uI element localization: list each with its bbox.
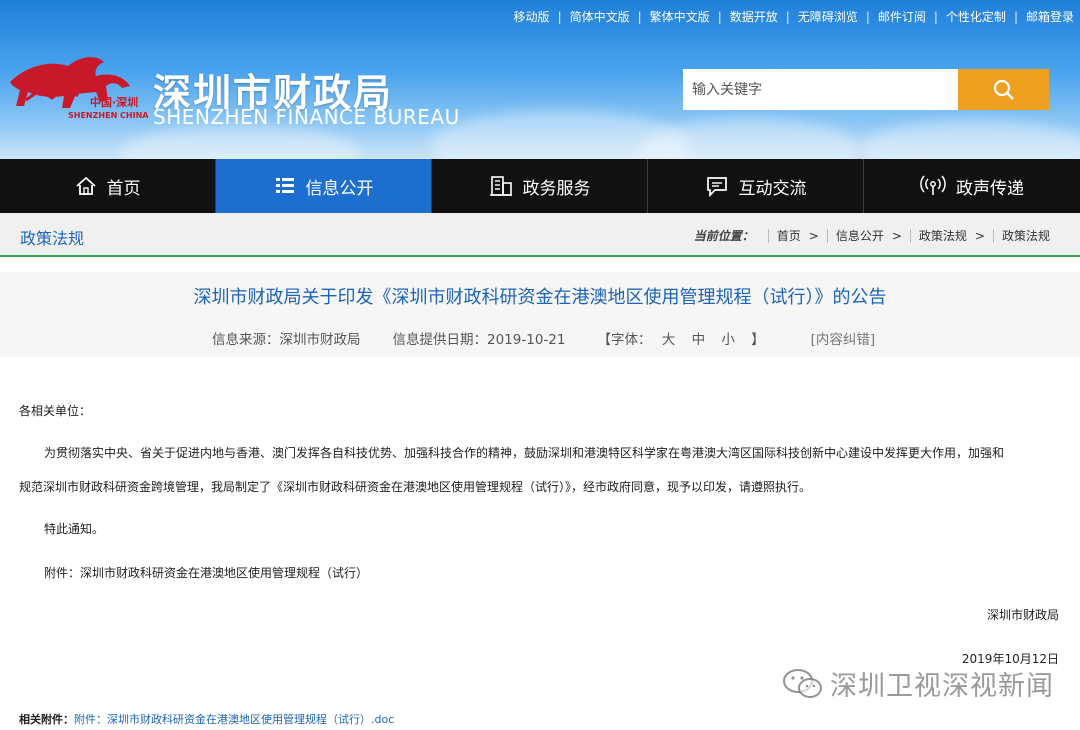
broadcast-icon — [920, 175, 946, 197]
content-correction-link[interactable]: [内容纠错] — [811, 328, 876, 348]
font-size-control: 【字体： 大 中 小 】 — [597, 328, 770, 348]
bull-logo[interactable]: 中国·深圳 SHENZHEN CHINA — [6, 52, 149, 126]
home-icon — [75, 175, 97, 197]
font-size-label: 【字体： — [597, 332, 652, 348]
nav-gov-service-label: 政务服务 — [522, 178, 591, 199]
breadcrumb-policy[interactable]: 政策法规 — [919, 227, 967, 244]
nav-info-public[interactable]: 信息公开 — [216, 159, 432, 213]
breadcrumb-policy-current[interactable]: 政策法规 — [1002, 227, 1050, 244]
search-input[interactable] — [683, 69, 958, 110]
toplink-mobile[interactable]: 移动版 — [514, 8, 550, 25]
nav-voice[interactable]: 政声传递 — [864, 159, 1080, 213]
breadcrumb-home[interactable]: 首页 — [777, 227, 801, 244]
toplink-mail-subscribe[interactable]: 邮件订阅 — [878, 8, 926, 25]
building-icon — [489, 175, 513, 197]
font-size-close: 】 — [751, 332, 765, 348]
nav-voice-label: 政声传递 — [956, 178, 1024, 199]
breadcrumb: 当前位置： 首页 > 信息公开 > 政策法规 > 政策法规 — [693, 227, 1050, 244]
chat-icon — [705, 175, 729, 197]
search-button[interactable] — [958, 69, 1049, 110]
toplink-simplified[interactable]: 简体中文版 — [570, 8, 630, 25]
toplink-customize[interactable]: 个性化定制 — [946, 8, 1006, 25]
search-icon — [993, 79, 1014, 100]
related-attachment-label: 相关附件： — [19, 713, 74, 726]
main-nav: 首页 信息公开 政务服务 互动交流 政声传递 — [0, 159, 1080, 213]
salutation: 各相关单位： — [19, 404, 92, 418]
article-title: 深圳市财政局关于印发《深圳市财政科研资金在港澳地区使用管理规程（试行）》的公告 — [193, 287, 887, 308]
article-source: 信息来源：深圳市财政局 — [212, 332, 361, 348]
article-header: 深圳市财政局关于印发《深圳市财政科研资金在港澳地区使用管理规程（试行）》的公告 … — [0, 272, 1080, 357]
section-bar: 政策法规 当前位置： 首页 > 信息公开 > 政策法规 > 政策法规 — [0, 213, 1080, 257]
font-size-small[interactable]: 小 — [721, 332, 735, 348]
nav-interaction[interactable]: 互动交流 — [648, 159, 864, 213]
toplink-traditional[interactable]: 繁体中文版 — [650, 8, 710, 25]
section-title[interactable]: 政策法规 — [20, 225, 84, 249]
signature: 深圳市财政局 — [986, 608, 1059, 622]
logo-text-en: SHENZHEN CHINA — [68, 111, 149, 120]
toplink-open-data[interactable]: 数据开放 — [730, 8, 778, 25]
logo-text-cn: 中国·深圳 — [90, 96, 139, 109]
toplink-mail-login[interactable]: 邮箱登录 — [1026, 8, 1074, 25]
site-subtitle: SHENZHEN FINANCE BUREAU — [153, 105, 460, 129]
paragraph-line-1: 为贯彻落实中央、省关于促进内地与香港、澳门发挥各自科技优势、加强科技合作的精神，… — [44, 446, 1005, 460]
watermark-text: 深圳卫视深视新闻 — [830, 671, 1054, 702]
list-icon — [274, 175, 296, 197]
nav-interaction-label: 互动交流 — [738, 178, 807, 199]
wechat-icon — [783, 668, 822, 698]
nav-info-public-label: 信息公开 — [305, 178, 374, 199]
related-attachment: 相关附件：附件：深圳市财政科研资金在港澳地区使用管理规程（试行）.doc — [19, 711, 394, 727]
article-date: 信息提供日期：2019-10-21 — [392, 332, 566, 348]
font-size-large[interactable]: 大 — [662, 332, 676, 348]
paragraph-line-2: 规范深圳市财政科研资金跨境管理，我局制定了《深圳市财政科研资金在港澳地区使用管理… — [19, 480, 812, 494]
breadcrumb-label: 当前位置： — [693, 229, 754, 243]
toplink-accessibility[interactable]: 无障碍浏览 — [798, 8, 858, 25]
font-size-medium[interactable]: 中 — [692, 332, 706, 348]
related-attachment-link[interactable]: 附件：深圳市财政科研资金在港澳地区使用管理规程（试行）.doc — [74, 713, 394, 726]
breadcrumb-info-public[interactable]: 信息公开 — [836, 227, 884, 244]
nav-gov-service[interactable]: 政务服务 — [432, 159, 648, 213]
article-meta: 信息来源：深圳市财政局 信息提供日期：2019-10-21 【字体： 大 中 小… — [212, 328, 875, 348]
notice-line: 特此通知。 — [44, 522, 105, 536]
nav-home-label: 首页 — [106, 178, 141, 199]
top-links: 移动版 | 简体中文版 | 繁体中文版 | 数据开放 | 无障碍浏览 | 邮件订阅 | 个性… — [513, 8, 1074, 25]
attachment-line: 附件：深圳市财政科研资金在港澳地区使用管理规程（试行） — [44, 566, 369, 580]
watermark: 深圳卫视深视新闻 — [782, 664, 1054, 703]
nav-home[interactable]: 首页 — [0, 159, 216, 213]
page: 移动版 | 简体中文版 | 繁体中文版 | 数据开放 | 无障碍浏览 | 邮件订阅 | 个性… — [0, 0, 1080, 730]
header-banner: 移动版 | 简体中文版 | 繁体中文版 | 数据开放 | 无障碍浏览 | 邮件订阅 | 个性… — [0, 0, 1080, 160]
